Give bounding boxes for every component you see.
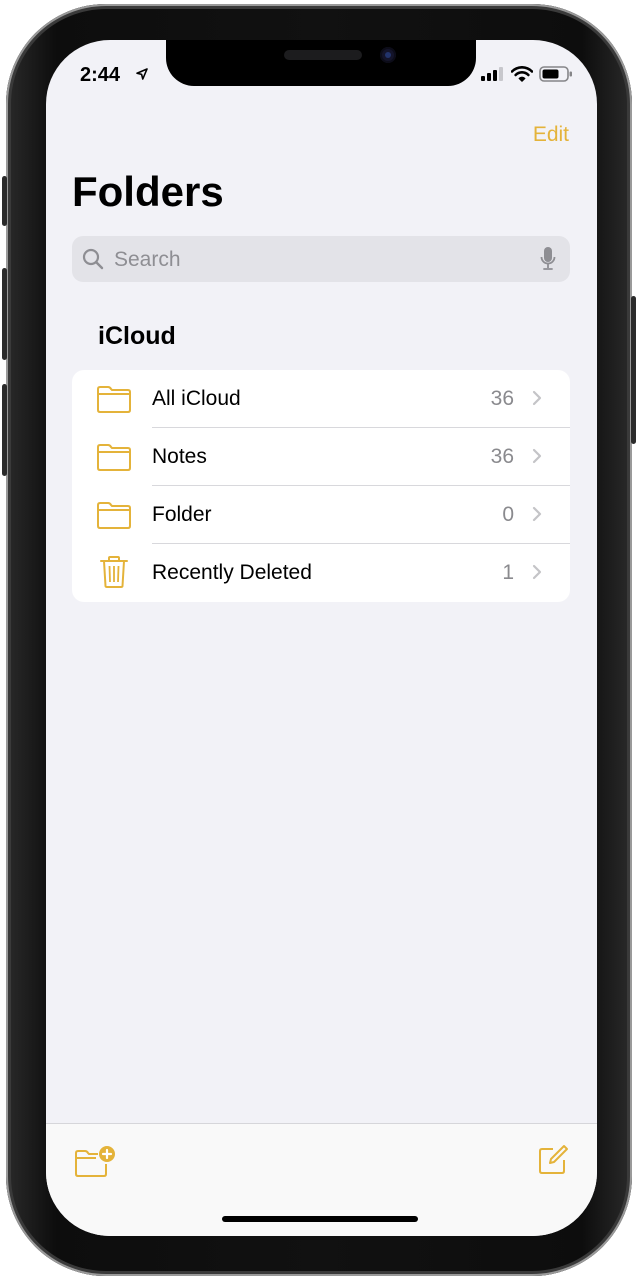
folder-count: 36 xyxy=(490,387,514,410)
edit-button[interactable]: Edit xyxy=(533,123,569,147)
search-icon xyxy=(82,248,104,270)
folder-row-folder[interactable]: Folder 0 xyxy=(72,486,570,544)
folder-icon xyxy=(97,386,131,413)
status-indicators xyxy=(481,66,573,82)
bottom-toolbar xyxy=(46,1123,597,1236)
notch xyxy=(166,40,476,86)
folder-row-all-icloud[interactable]: All iCloud 36 xyxy=(72,370,570,428)
side-button xyxy=(631,296,636,444)
compose-icon[interactable] xyxy=(537,1144,569,1176)
folder-count: 1 xyxy=(502,561,514,584)
search-bar[interactable] xyxy=(72,236,570,284)
folder-row-recently-deleted[interactable]: Recently Deleted 1 xyxy=(72,544,570,602)
speaker xyxy=(284,50,362,60)
volume-up-button xyxy=(2,268,7,360)
folder-list: All iCloud 36 Notes 36 Folder 0 Recently… xyxy=(72,370,570,602)
chevron-right-icon xyxy=(532,390,542,406)
folder-name: Notes xyxy=(152,445,207,468)
mute-switch xyxy=(2,176,7,226)
folder-name: All iCloud xyxy=(152,387,241,410)
page-title: Folders xyxy=(72,168,224,215)
front-camera xyxy=(380,47,396,63)
battery-icon xyxy=(539,66,572,82)
location-arrow-icon xyxy=(136,68,148,80)
folder-count: 0 xyxy=(502,503,514,526)
chevron-right-icon xyxy=(532,448,542,464)
section-header-icloud[interactable]: iCloud xyxy=(98,322,176,351)
chevron-right-icon xyxy=(532,564,542,580)
microphone-icon[interactable] xyxy=(540,246,556,272)
home-indicator[interactable] xyxy=(222,1216,418,1222)
folder-row-notes[interactable]: Notes 36 xyxy=(72,428,570,486)
volume-down-button xyxy=(2,384,7,476)
status-time: 2:44 xyxy=(80,64,121,86)
folder-name: Recently Deleted xyxy=(152,561,312,584)
new-folder-icon[interactable] xyxy=(74,1144,118,1178)
folder-icon xyxy=(97,444,131,471)
screen: 2:44 Edit Folders Search iCloud All iClo… xyxy=(46,40,597,1236)
cellular-signal-icon xyxy=(481,67,503,81)
wifi-icon xyxy=(511,66,533,82)
folder-count: 36 xyxy=(490,445,514,468)
folder-name: Folder xyxy=(152,503,212,526)
trash-icon xyxy=(100,556,128,588)
chevron-right-icon xyxy=(532,506,542,522)
search-input[interactable] xyxy=(112,236,536,284)
folder-icon xyxy=(97,502,131,529)
